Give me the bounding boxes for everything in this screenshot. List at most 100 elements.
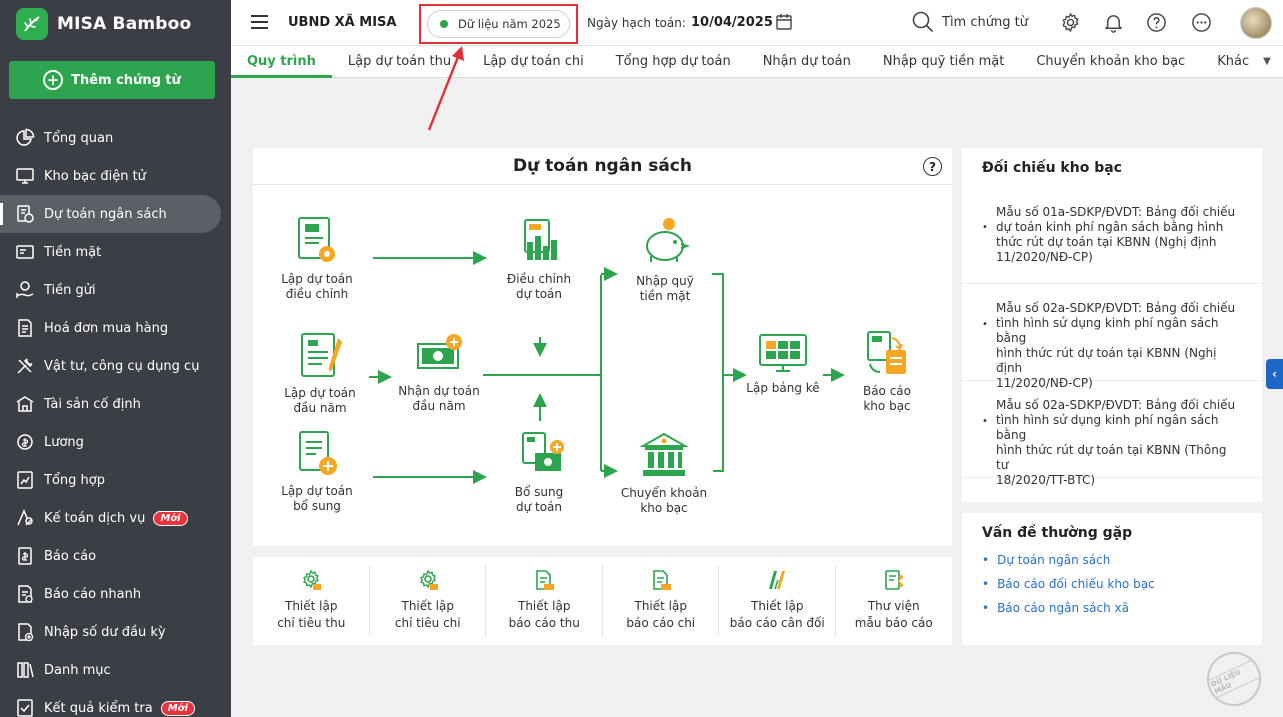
recon-item-01a[interactable]: • Mẫu số 01a-SDKP/ĐVDT: Bảng đối chiếu dự… [962,194,1262,284]
help-icon[interactable] [1146,12,1167,33]
tool-label: Thiết lập báo cáo chi [626,599,696,630]
sidebar-item-check-results[interactable]: Kết quả kiểm tra Mới [0,689,231,717]
sidebar-item-salary[interactable]: Lương [0,423,231,461]
sidebar-item-fixed-assets[interactable]: Tài sản cố định [0,385,231,423]
tab-process[interactable]: Quy trình [231,45,332,78]
node-statement[interactable]: Lập bảng kê [743,331,823,396]
report-library-icon [884,570,903,590]
sidebar-nav: Tổng quan Kho bạc điện tử Dự toán ngân s… [0,119,231,717]
node-cash-in[interactable]: Nhập quỹ tiền mặt [625,216,705,304]
top-header: UBND XÃ MISA Dữ liệu năm 2025 Ngày hạch … [231,0,1283,46]
node-adjust[interactable]: Điều chỉnh dự toán [499,216,579,302]
faq-link-text: Báo cáo đối chiếu kho bạc [997,577,1155,591]
sidebar-item-label: Tổng hợp [44,472,105,488]
tab-receive-estimate[interactable]: Nhận dự toán [747,45,867,77]
sidebar-item-e-treasury[interactable]: Kho bạc điện tử [0,157,231,195]
add-voucher-label: Thêm chứng từ [71,72,181,88]
menu-toggle-icon[interactable] [251,15,268,29]
sidebar-item-opening-balance[interactable]: Nhập số dư đầu kỳ [0,613,231,651]
node-transfer[interactable]: Chuyển khoản kho bạc [616,430,712,516]
bullet-icon: • [982,601,990,615]
tab-label: Chuyển khoản kho bạc [1036,53,1186,69]
faq-link-commune-budget[interactable]: • Báo cáo ngân sách xã [982,601,1129,615]
sidebar-item-reports[interactable]: Báo cáo [0,537,231,575]
sidebar-item-label: Báo cáo nhanh [44,586,142,602]
monitor-icon [16,168,34,184]
calendar-icon[interactable] [775,13,793,31]
stamp-text: DỮ LIỆU MẪU [1207,659,1261,699]
tool-report-library[interactable]: Thư viện mẫu báo cáo [836,557,953,645]
asset-icon [16,396,34,412]
tab-cash-receipt[interactable]: Nhập quỹ tiền mặt [867,45,1020,77]
organization-name[interactable]: UBND XÃ MISA [288,15,396,30]
node-initial-create[interactable]: Lập dự toán đầu năm [277,330,363,416]
report-icon [18,547,32,565]
catalog-icon [17,662,34,678]
sidebar-item-catalog[interactable]: Danh mục [0,651,231,689]
piggy-bank-icon [646,218,691,262]
plus-circle-icon: + [43,70,64,90]
supplement-money-icon [522,432,564,471]
sidebar-item-label: Nhập số dư đầu kỳ [44,624,166,640]
data-year-label: Dữ liệu năm 2025 [458,17,561,31]
gear-settings-icon [419,569,438,590]
add-voucher-button[interactable]: + Thêm chứng từ [9,61,215,99]
flow-title: Dự toán ngân sách ? [253,148,952,185]
budget-adjust-chart-icon [524,219,557,260]
node-label: Báo cáo kho bạc [862,384,912,413]
node-supplement-create[interactable]: Lập dự toán bổ sung [277,428,357,514]
search-vouchers[interactable]: Tìm chứng từ [912,11,1028,33]
sidebar-item-label: Tiền mặt [44,244,102,260]
sidebar-item-cash[interactable]: Tiền mặt [0,233,231,271]
recon-item-02a-nd[interactable]: • Mẫu số 02a-SDKP/ĐVDT: Bảng đối chiếu tì… [962,284,1262,390]
sidebar-item-quick-reports[interactable]: Báo cáo nhanh [0,575,231,613]
collapse-panel-chevron-icon[interactable]: ‹ [1266,359,1283,389]
sidebar-item-summary[interactable]: Tổng hợp [0,461,231,499]
posting-date-value[interactable]: 10/04/2025 [691,15,773,30]
tab-treasury-transfer[interactable]: Chuyển khoản kho bạc [1020,45,1201,77]
node-treasury-report[interactable]: Báo cáo kho bạc [847,328,927,414]
tool-expense-report[interactable]: Thiết lập báo cáo chi [603,557,720,645]
sidebar-item-deposit[interactable]: Tiền gửi [0,271,231,309]
treasury-bank-icon [639,432,689,476]
tool-revenue-report[interactable]: Thiết lập báo cáo thu [486,557,603,645]
more-options-icon[interactable] [1191,12,1212,33]
faq-link-budget[interactable]: • Dự toán ngân sách [982,553,1110,567]
tab-estimate-summary[interactable]: Tổng hợp dự toán [600,45,747,77]
sidebar-item-label: Kết quả kiểm tra [44,700,153,716]
node-supplement[interactable]: Bổ sung dự toán [499,429,579,515]
node-initial-receive[interactable]: Nhận dự toán đầu năm [396,330,482,414]
tab-expense-estimate[interactable]: Lập dự toán chi [467,45,600,77]
tab-other[interactable]: Khác ▼ [1201,45,1283,77]
recon-item-02a-tt[interactable]: • Mẫu số 02a-SDKP/ĐVDT: Bảng đối chiếu tì… [962,381,1262,487]
tool-revenue-indicators[interactable]: Thiết lập chỉ tiêu thu [253,557,370,645]
data-year-selector[interactable]: Dữ liệu năm 2025 [427,10,570,38]
salary-icon [17,434,33,450]
tool-expense-indicators[interactable]: Thiết lập chỉ tiêu chi [370,557,487,645]
bullet-icon: • [982,553,990,567]
faq-link-treasury-recon[interactable]: • Báo cáo đối chiếu kho bạc [982,577,1155,591]
invoice-icon [18,319,32,337]
sidebar-item-purchase-invoice[interactable]: Hoá đơn mua hàng [0,309,231,347]
search-label: Tìm chứng từ [942,14,1028,30]
sidebar-item-overview[interactable]: Tổng quan [0,119,231,157]
common-issues-panel: Vấn đề thường gặp • Dự toán ngân sách • Bá… [962,513,1262,645]
user-avatar[interactable] [1240,7,1272,39]
brand[interactable]: MISA Bamboo [16,8,191,40]
tool-balance-report[interactable]: Thiết lập báo cáo cân đối [719,557,836,645]
node-label: Lập dự toán bổ sung [281,484,353,513]
node-adjust-create[interactable]: Lập dự toán điều chỉnh [277,214,357,302]
tool-label: Thiết lập báo cáo thu [508,599,580,630]
faq-link-text: Dự toán ngân sách [997,553,1111,567]
service-icon [17,509,33,526]
bullet-icon: • [982,319,988,330]
flow-help-icon[interactable]: ? [923,157,942,176]
opening-balance-icon [18,623,34,642]
new-badge: Mới [153,510,188,526]
sidebar-item-budget[interactable]: Dự toán ngân sách [0,195,221,233]
notification-bell-icon[interactable] [1103,12,1124,33]
settings-gear-icon[interactable] [1060,12,1081,33]
sidebar-item-service-accounting[interactable]: Kế toán dịch vụ Mới [0,499,231,537]
tool-label: Thư viện mẫu báo cáo [854,599,933,630]
sidebar-item-supplies[interactable]: Vật tư, công cụ dụng cụ [0,347,231,385]
